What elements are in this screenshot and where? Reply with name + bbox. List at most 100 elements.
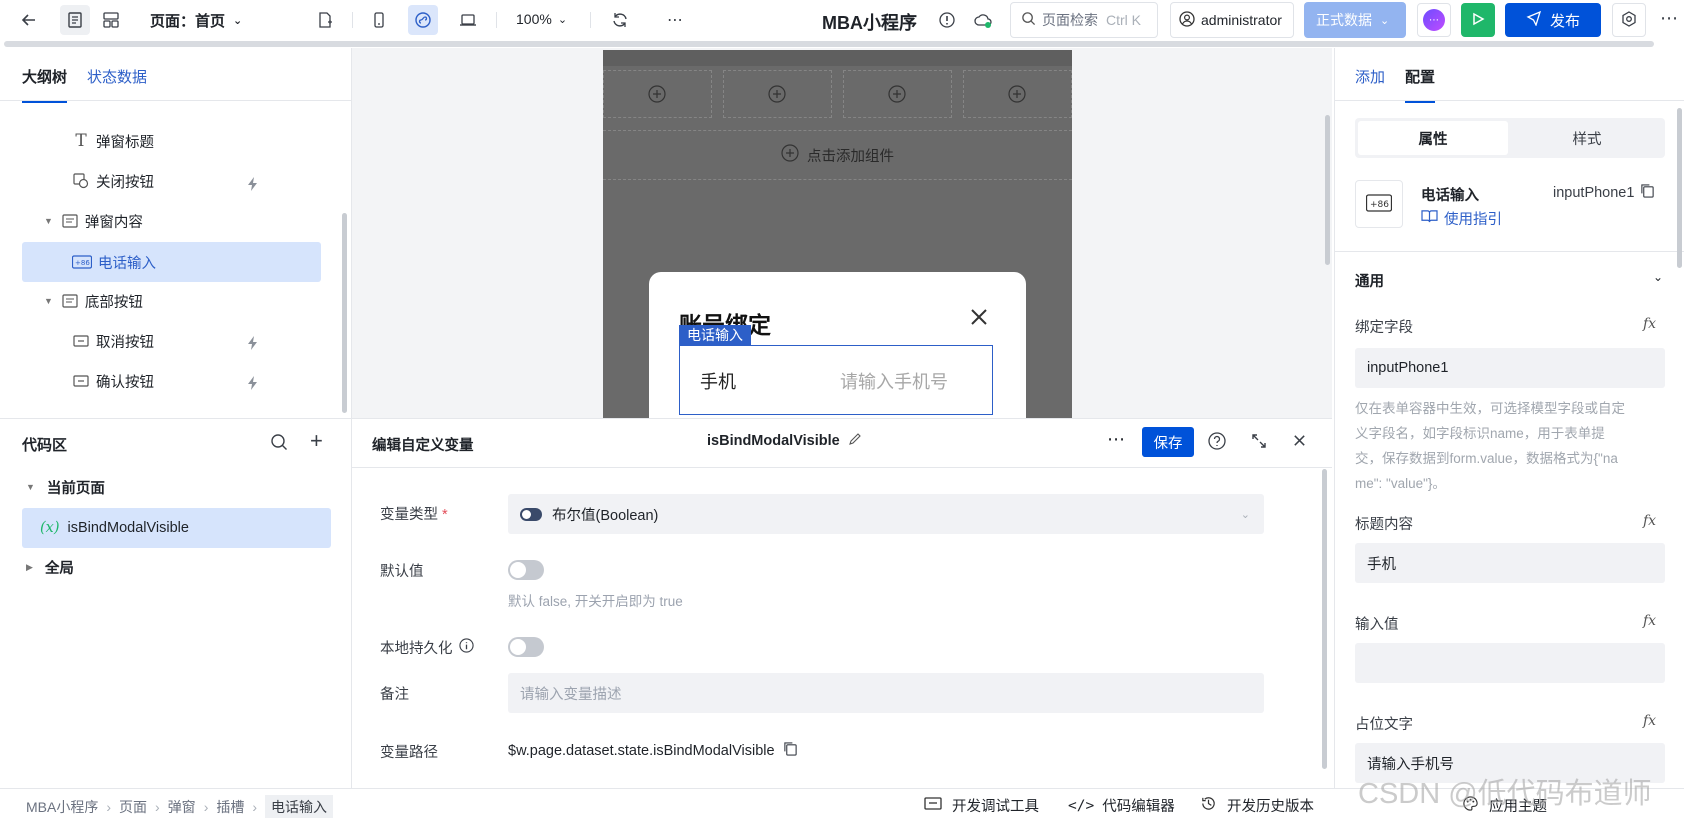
caret-down-icon[interactable]: ▼ — [44, 296, 53, 306]
canvas-horizontal-scrollbar[interactable] — [4, 41, 1654, 47]
user-menu[interactable]: administrator — [1170, 2, 1294, 38]
expand-icon[interactable] — [1250, 432, 1268, 453]
event-bolt-icon[interactable] — [245, 176, 261, 192]
page-selector[interactable]: 页面：首页 ⌄ — [150, 10, 242, 31]
breadcrumb-item-current[interactable]: 电话输入 — [265, 795, 334, 818]
code-editor-button[interactable]: </> 代码编辑器 — [1068, 795, 1175, 816]
close-icon[interactable] — [969, 307, 989, 330]
add-component-zone[interactable]: 点击添加组件 — [603, 130, 1072, 180]
right-scrollbar[interactable] — [1677, 108, 1682, 268]
phone-preview[interactable]: 点击添加组件 账号绑定 电话输入 手机 请输入手机号 — [603, 50, 1072, 418]
phone-input-field[interactable]: 手机 请输入手机号 — [679, 345, 993, 415]
cloud-sync-icon[interactable] — [968, 5, 998, 35]
section-general-title: 通用 — [1355, 274, 1384, 290]
canvas-scrollbar[interactable] — [1325, 115, 1330, 265]
fx-icon[interactable]: fx — [1643, 613, 1656, 629]
tree-scrollbar[interactable] — [342, 213, 347, 413]
send-icon — [1526, 10, 1542, 30]
layout-icon[interactable] — [96, 5, 126, 35]
save-button[interactable]: 保存 — [1142, 427, 1194, 457]
breadcrumb-item[interactable]: 页面 — [119, 797, 147, 817]
tree-item-phone-input[interactable]: +86 电话输入 — [72, 243, 156, 281]
copy-icon[interactable] — [783, 741, 798, 760]
editor-scrollbar[interactable] — [1322, 469, 1327, 769]
fx-icon[interactable]: fx — [1643, 513, 1656, 529]
code-tree-current-page[interactable]: ▼ 当前页面 — [26, 468, 105, 506]
tree-item-close-button[interactable]: 关闭按钮 — [72, 162, 154, 200]
tree-selected-highlight — [22, 242, 321, 282]
bind-account-modal: 账号绑定 电话输入 手机 请输入手机号 — [649, 272, 1026, 418]
close-icon[interactable] — [1292, 433, 1307, 451]
add-page-icon[interactable] — [310, 5, 340, 35]
seg-property[interactable]: 属性 — [1358, 121, 1508, 155]
add-circle-icon[interactable] — [648, 85, 666, 106]
miniprogram-view-icon[interactable] — [408, 5, 438, 35]
tree-item-footer-buttons[interactable]: ▼ 底部按钮 — [44, 282, 143, 320]
persist-toggle[interactable] — [508, 637, 544, 657]
app-theme-button[interactable]: 应用主题 — [1462, 795, 1547, 816]
tree-item-cancel-button[interactable]: 取消按钮 — [72, 322, 154, 360]
variable-name-heading[interactable]: isBindModalVisible — [707, 432, 862, 450]
settings-button[interactable] — [1612, 3, 1646, 37]
desktop-view-icon[interactable] — [453, 5, 483, 35]
add-circle-icon[interactable] — [768, 85, 786, 106]
caret-right-icon[interactable]: ▶ — [26, 562, 33, 573]
more-icon[interactable]: ⋯ — [660, 5, 690, 35]
default-value-toggle[interactable] — [508, 560, 544, 580]
event-bolt-icon[interactable] — [245, 375, 261, 391]
more-icon[interactable]: ⋯ — [1107, 429, 1125, 450]
fx-icon[interactable]: fx — [1643, 316, 1656, 332]
code-tree-variable-item[interactable]: (x) isBindModalVisible — [40, 509, 189, 547]
preview-button[interactable] — [1461, 3, 1495, 37]
publish-button[interactable]: 发布 — [1505, 3, 1601, 37]
chevron-down-icon[interactable]: ⌄ — [1653, 270, 1663, 284]
caret-down-icon[interactable]: ▼ — [44, 216, 53, 226]
add-circle-icon[interactable] — [888, 85, 906, 106]
add-circle-icon[interactable] — [1008, 85, 1026, 106]
mobile-view-icon[interactable] — [364, 5, 394, 35]
zoom-selector[interactable]: 100% ⌄ — [516, 11, 567, 27]
copy-icon[interactable] — [1640, 183, 1655, 202]
page-search-box[interactable]: 页面检索 Ctrl K — [1010, 2, 1158, 38]
back-arrow-icon[interactable] — [14, 5, 44, 35]
required-mark: * — [442, 507, 448, 523]
tab-state-data[interactable]: 状态数据 — [87, 66, 147, 103]
tree-item-confirm-button[interactable]: 确认按钮 — [72, 362, 154, 400]
remark-input[interactable]: 请输入变量描述 — [508, 673, 1264, 713]
help-icon[interactable] — [1208, 432, 1226, 453]
tab-outline-tree[interactable]: 大纲树 — [22, 66, 68, 103]
search-icon[interactable] — [270, 433, 288, 454]
tab-config[interactable]: 配置 — [1405, 66, 1436, 103]
caret-down-icon[interactable]: ▼ — [26, 482, 35, 492]
edit-pencil-icon[interactable] — [848, 432, 862, 450]
variable-path: $w.page.dataset.state.isBindModalVisible — [508, 741, 798, 760]
type-select[interactable]: 布尔值(Boolean) ⌄ — [508, 494, 1264, 534]
info-icon[interactable] — [932, 5, 962, 35]
usage-guide-link[interactable]: 使用指引 — [1421, 208, 1502, 229]
seg-style[interactable]: 样式 — [1512, 121, 1662, 155]
add-icon[interactable]: + — [310, 428, 323, 454]
text-icon: T — [75, 131, 87, 151]
devtools-button[interactable]: 开发调试工具 — [924, 795, 1039, 816]
input-value-input[interactable] — [1355, 643, 1665, 683]
breadcrumb-item[interactable]: 弹窗 — [168, 797, 196, 817]
history-button[interactable]: 开发历史版本 — [1200, 795, 1314, 816]
more-menu-icon[interactable]: ⋯ — [1660, 8, 1678, 29]
breadcrumb-item[interactable]: MBA小程序 — [26, 797, 98, 817]
page-list-icon[interactable] — [60, 5, 90, 35]
code-area-title: 代码区 — [22, 437, 68, 454]
tree-item-modal-title[interactable]: T 弹窗标题 — [72, 122, 154, 160]
env-selector[interactable]: 正式数据 ⌄ — [1304, 2, 1406, 38]
refresh-icon[interactable] — [605, 5, 635, 35]
tree-item-modal-content[interactable]: ▼ 弹窗内容 — [44, 202, 143, 240]
title-content-input[interactable]: 手机 — [1355, 543, 1665, 583]
placeholder-input[interactable]: 请输入手机号 — [1355, 743, 1665, 783]
info-icon[interactable] — [458, 638, 474, 657]
ai-assistant-button[interactable]: ⋯ — [1417, 3, 1451, 37]
code-tree-global[interactable]: ▶ 全局 — [26, 548, 74, 586]
fx-icon[interactable]: fx — [1643, 713, 1656, 729]
event-bolt-icon[interactable] — [245, 335, 261, 351]
breadcrumb-item[interactable]: 插槽 — [216, 797, 244, 817]
bind-field-input[interactable]: inputPhone1 — [1355, 348, 1665, 388]
tab-add[interactable]: 添加 — [1355, 66, 1385, 103]
